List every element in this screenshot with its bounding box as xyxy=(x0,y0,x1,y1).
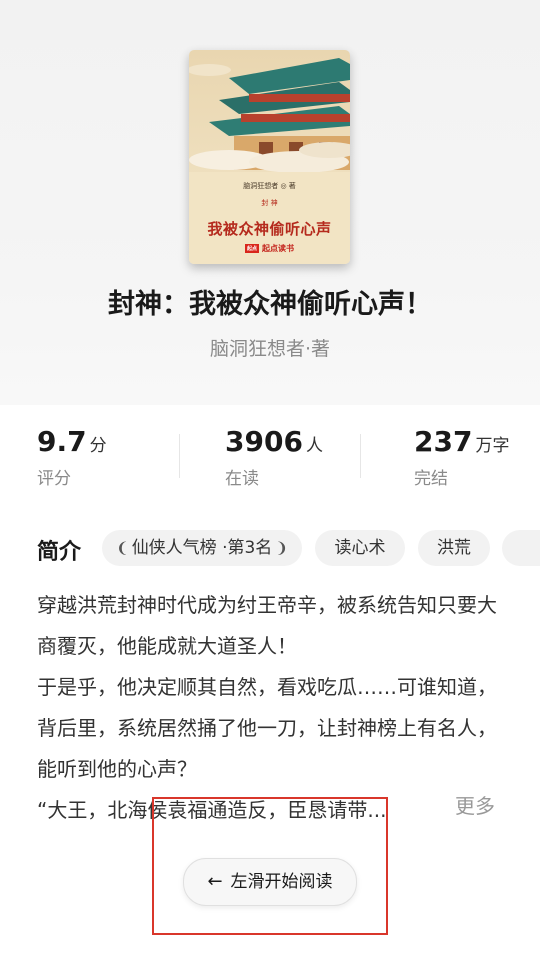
cover-seal: 封 神 xyxy=(261,199,278,207)
cover-brand: 起点 起点读书 xyxy=(189,243,350,254)
intro-description[interactable]: 穿越洪荒封神时代成为纣王帝辛，被系统告知只要大商覆灭，他能成就大道圣人！ 于是乎… xyxy=(37,585,507,831)
description-paragraph: 于是乎，他决定顺其自然，看戏吃瓜……可谁知道，背后里，系统居然捅了他一刀，让封神… xyxy=(37,675,497,781)
tag-label: 洪荒 xyxy=(437,538,471,558)
stat-label: 在读 xyxy=(225,469,259,489)
laurel-right-icon: ❩ xyxy=(275,539,288,557)
stat-label: 完结 xyxy=(414,469,448,489)
description-paragraph: 穿越洪荒封神时代成为纣王帝辛，被系统告知只要大商覆灭，他能成就大道圣人！ xyxy=(37,593,497,658)
stat-readers[interactable]: 3906 人 在读 xyxy=(225,425,323,489)
more-link[interactable]: 更多 xyxy=(455,790,495,819)
tag-label: 仙侠人气榜 ·第3名 xyxy=(131,538,273,558)
tag-mind-reading[interactable]: 读心术 xyxy=(315,530,405,566)
stat-word-count[interactable]: 237 万字 完结 xyxy=(414,425,509,489)
intro-label: 简介 xyxy=(37,540,82,565)
annotation-highlight-box xyxy=(152,797,388,935)
stat-unit: 分 xyxy=(89,436,107,456)
book-author[interactable]: 脑洞狂想者·著 xyxy=(0,334,540,361)
stat-value: 237 xyxy=(414,425,473,458)
stat-label: 评分 xyxy=(37,469,71,489)
stat-unit: 人 xyxy=(305,436,323,456)
book-cover[interactable]: 脑洞狂想者 ◎ 著 封 神 我被众神偷听心声 起点 起点读书 xyxy=(189,50,350,264)
book-title: 封神：我被众神偷听心声！ xyxy=(108,289,432,320)
tag-label: 读心术 xyxy=(334,538,386,558)
tag-ranking[interactable]: ❨ 仙侠人气榜 ·第3名 ❩ xyxy=(102,530,302,566)
stat-rating[interactable]: 9.7 分 评分 xyxy=(37,425,107,489)
tag-honghuang[interactable]: 洪荒 xyxy=(418,530,490,566)
cover-title: 我被众神偷听心声 xyxy=(207,220,332,238)
laurel-left-icon: ❨ xyxy=(116,539,129,557)
stat-divider xyxy=(179,434,180,478)
stat-unit: 万字 xyxy=(475,436,510,456)
intro-header: 简介 ❨ 仙侠人气榜 ·第3名 ❩ 读心术 洪荒 xyxy=(0,530,540,570)
brand-name: 起点读书 xyxy=(262,244,294,253)
stat-divider xyxy=(360,434,361,478)
stat-value: 9.7 xyxy=(37,425,87,458)
tag-overflow[interactable] xyxy=(502,530,540,566)
stat-value: 3906 xyxy=(225,425,303,458)
brand-logo-icon: 起点 xyxy=(244,244,259,253)
cover-author: 脑洞狂想者 ◎ 著 xyxy=(243,182,296,190)
